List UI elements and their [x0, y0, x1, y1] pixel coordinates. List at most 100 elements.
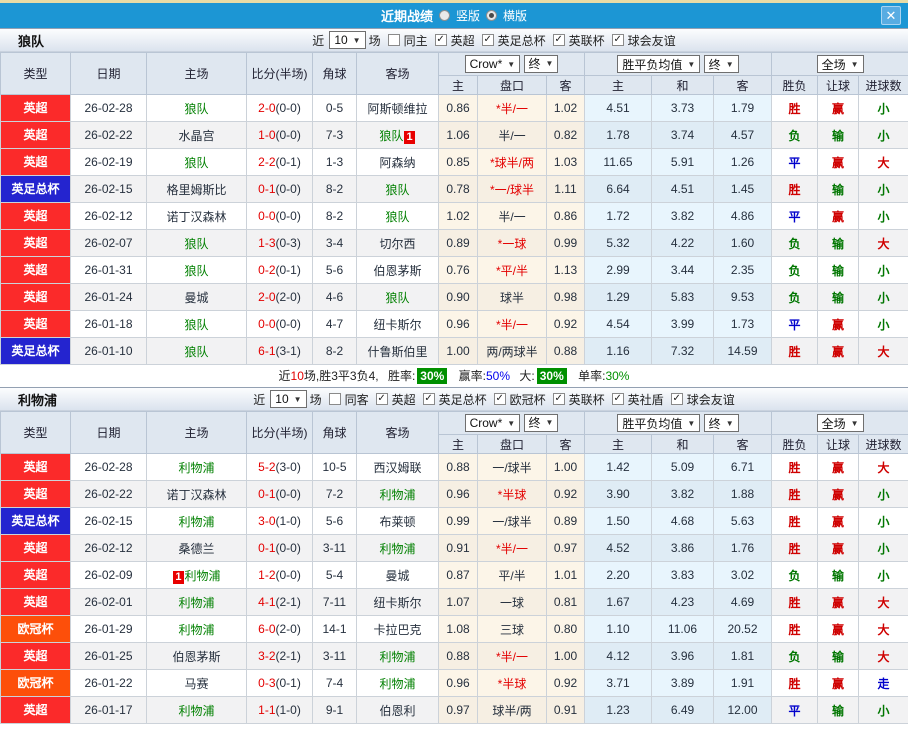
league-filter-checkbox[interactable]: ✓ — [422, 393, 435, 405]
odds-company-select[interactable]: Crow* ▼ — [464, 55, 521, 74]
league-filter-label[interactable]: 英足总杯 — [498, 32, 546, 49]
table-row: 英超 26-02-09 1 利物浦 1-2(0-0) 5-4 曼城 0.87 平/半 1.01 2.… — [0, 561, 908, 589]
col-date: 日期 — [70, 411, 147, 454]
league-cell: 英超 — [0, 588, 71, 616]
mean-away-cell: 6.71 — [712, 453, 773, 481]
away-team-cell: 布莱顿 — [356, 507, 439, 535]
odds-final-select[interactable]: 终 ▼ — [523, 413, 559, 432]
league-filter-checkbox[interactable]: ✓ — [552, 393, 565, 405]
home-team-name: 利物浦 — [178, 622, 215, 637]
mean-final-select[interactable]: 终 ▼ — [703, 414, 739, 432]
league-filter-label[interactable]: 英联杯 — [569, 391, 605, 408]
handicap-result-cell-value: 输 — [832, 128, 845, 143]
close-button[interactable]: ✕ — [881, 6, 901, 25]
full-group: 全场 ▼ — [771, 52, 908, 76]
date-cell: 26-01-10 — [70, 337, 147, 365]
handicap-result-cell: 赢 — [817, 480, 860, 508]
goals-result-cell: 小 — [858, 310, 908, 338]
chevron-down-icon: ▼ — [545, 59, 554, 69]
home-team-name: 狼队 — [184, 236, 209, 251]
home-team-cell: 狼队 — [146, 310, 247, 338]
away-team-name: 利物浦 — [379, 676, 416, 691]
handicap-result-cell: 赢 — [817, 669, 860, 697]
handicap-result-cell: 输 — [817, 696, 860, 724]
venue-filter-label[interactable]: 同主 — [404, 32, 428, 49]
league-filter-label[interactable]: 英超 — [392, 391, 416, 408]
league-filter-label[interactable]: 英社盾 — [628, 391, 664, 408]
near-label: 近 — [253, 392, 266, 407]
col-score: 比分(半场) — [246, 411, 313, 454]
league-badge: 英超 — [1, 535, 70, 561]
goals-result-cell: 走 — [858, 669, 908, 697]
goals-result-cell: 小 — [858, 561, 908, 589]
odds-company-select[interactable]: Crow* ▼ — [464, 414, 521, 433]
league-filter-label[interactable]: 英联杯 — [569, 32, 605, 49]
league-filter-label[interactable]: 球会友谊 — [628, 32, 676, 49]
games-count-select[interactable]: 10 ▼ — [329, 31, 366, 49]
result-cell: 胜 — [771, 669, 819, 697]
handicap-cell: *半/一 — [477, 642, 547, 670]
home-team-cell: 狼队 — [146, 94, 247, 122]
league-filter-checkbox[interactable]: ✓ — [611, 34, 624, 46]
league-badge: 英超 — [1, 257, 70, 283]
mean-select[interactable]: 胜平负均值 ▼ — [617, 55, 701, 73]
full-time-score: 1-1 — [258, 703, 276, 717]
corner-cell: 4-7 — [312, 310, 357, 338]
league-filter-checkbox[interactable]: ✓ — [434, 34, 447, 46]
away-odds-cell: 0.92 — [546, 480, 585, 508]
league-filter-checkbox[interactable]: ✓ — [375, 393, 388, 405]
result-cell-value: 胜 — [788, 514, 801, 529]
full-time-score: 0-2 — [258, 263, 276, 277]
away-odds-cell: 1.11 — [546, 175, 585, 203]
league-cell: 英超 — [0, 256, 71, 284]
venue-filter-label[interactable]: 同客 — [345, 391, 369, 408]
away-team-cell: 狼队 — [356, 283, 439, 311]
mean-final-select[interactable]: 终 ▼ — [703, 55, 739, 73]
league-filter-checkbox[interactable]: ✓ — [481, 34, 494, 46]
horizontal-layout-radio[interactable] — [486, 10, 497, 21]
goals-result-cell-value: 小 — [877, 317, 890, 332]
result-cell-value: 负 — [788, 128, 801, 143]
corner-cell: 3-11 — [312, 642, 357, 670]
handicap-result-cell: 输 — [817, 175, 860, 203]
odds-final-select[interactable]: 终 ▼ — [523, 54, 559, 73]
handicap-value: 半/一 — [498, 209, 526, 224]
away-odds-cell: 0.86 — [546, 202, 585, 230]
col-mean-away: 客 — [712, 75, 773, 95]
result-cell-value: 胜 — [788, 344, 801, 359]
league-cell: 英超 — [0, 94, 71, 122]
mean-draw-cell: 4.22 — [651, 229, 714, 257]
league-filter-checkbox[interactable]: ✓ — [670, 393, 683, 405]
result-cell-value: 胜 — [788, 595, 801, 610]
score-cell: 0-1(0-0) — [246, 480, 313, 508]
col-handicap-result: 让球 — [817, 75, 860, 95]
goals-result-cell-value: 大 — [877, 344, 890, 359]
away-team-cell: 曼城 — [356, 561, 439, 589]
league-badge: 英超 — [1, 589, 70, 615]
handicap-cell: 三球 — [477, 615, 547, 643]
venue-filter-checkbox[interactable] — [328, 393, 341, 405]
games-count-select[interactable]: 10 ▼ — [270, 390, 307, 408]
league-filter-label[interactable]: 欧冠杯 — [510, 391, 546, 408]
league-filter-checkbox[interactable]: ✓ — [611, 393, 624, 405]
horizontal-layout-label[interactable]: 横版 — [503, 7, 527, 24]
result-cell-value: 负 — [788, 236, 801, 251]
section-header-wolves: 狼队 近 10 ▼ 场 同主 ✓ 英超 ✓ 英足总杯 ✓ 英联杯 ✓ 球会友谊 — [0, 28, 908, 52]
goals-result-cell: 小 — [858, 202, 908, 230]
vertical-layout-radio[interactable] — [438, 10, 450, 21]
full-match-select[interactable]: 全场 ▼ — [816, 414, 864, 432]
vertical-layout-label[interactable]: 竖版 — [456, 7, 480, 24]
result-cell-value: 胜 — [788, 487, 801, 502]
full-match-select[interactable]: 全场 ▼ — [816, 55, 864, 73]
league-filter-checkbox[interactable]: ✓ — [552, 34, 565, 46]
league-filter-label[interactable]: 英超 — [451, 32, 475, 49]
league-badge: 英超 — [1, 230, 70, 256]
league-filter-label[interactable]: 球会友谊 — [687, 391, 735, 408]
away-odds-cell: 0.88 — [546, 337, 585, 365]
away-odds-cell: 0.80 — [546, 615, 585, 643]
away-team-name: 伯恩利 — [379, 703, 416, 718]
league-filter-label[interactable]: 英足总杯 — [439, 391, 487, 408]
mean-select[interactable]: 胜平负均值 ▼ — [617, 414, 701, 432]
league-filter-checkbox[interactable]: ✓ — [493, 393, 506, 405]
venue-filter-checkbox[interactable] — [387, 34, 400, 46]
